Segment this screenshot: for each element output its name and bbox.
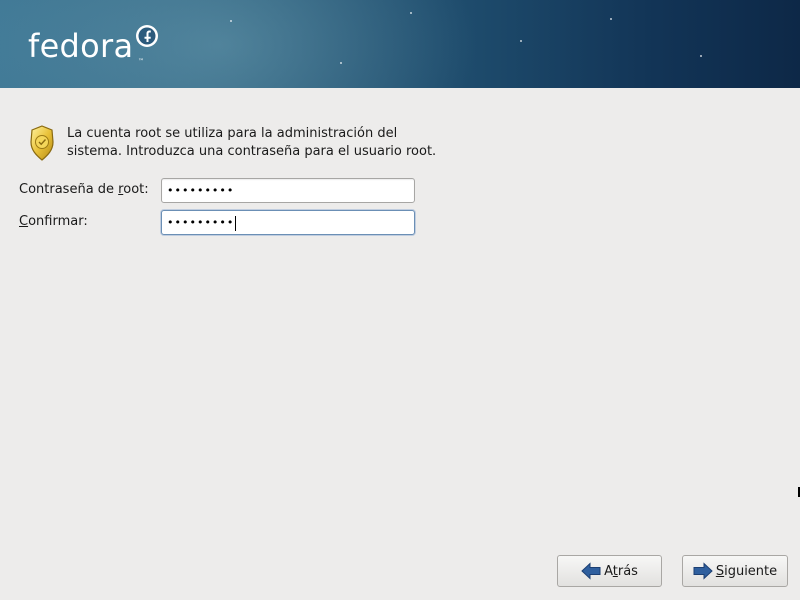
banner-star xyxy=(410,12,412,14)
root-password-input[interactable]: ••••••••• xyxy=(161,178,415,203)
label-mnemonic: S xyxy=(715,563,725,579)
next-button-label: Siguiente xyxy=(716,564,777,579)
label-text: A xyxy=(604,563,613,579)
intro-line-1: La cuenta root se utiliza para la admini… xyxy=(67,126,398,141)
logo-trademark: ™ xyxy=(138,58,144,65)
back-button[interactable]: Atrás xyxy=(557,555,662,587)
label-text: Contraseña de xyxy=(19,182,119,197)
password-mask-wrap: ••••••••• xyxy=(167,214,237,231)
header-banner: fedora ™ xyxy=(0,0,800,88)
label-text: rás xyxy=(617,563,638,579)
intro-section: La cuenta root se utiliza para la admini… xyxy=(26,124,526,166)
root-password-label: Contraseña de root: xyxy=(19,182,149,197)
label-text: onfirmar: xyxy=(28,214,88,229)
banner-star xyxy=(340,62,342,64)
text-caret xyxy=(235,215,237,231)
confirm-password-input[interactable]: ••••••••• xyxy=(161,210,415,235)
password-mask: ••••••••• xyxy=(167,216,235,229)
banner-star xyxy=(700,55,702,57)
banner-star xyxy=(230,20,232,22)
banner-star xyxy=(520,40,522,42)
intro-description: La cuenta root se utiliza para la admini… xyxy=(67,125,487,161)
arrow-left-icon xyxy=(581,562,601,580)
label-mnemonic: C xyxy=(19,214,29,229)
intro-line-2: sistema. Introduzca una contraseña para … xyxy=(67,144,437,159)
logo-text: fedora xyxy=(28,27,134,65)
back-button-label: Atrás xyxy=(604,564,638,579)
next-button[interactable]: Siguiente xyxy=(682,555,788,587)
arrow-right-icon xyxy=(693,562,713,580)
fedora-infinity-f-icon xyxy=(136,25,158,47)
confirm-password-label: Confirmar: xyxy=(19,214,88,229)
label-text: oot: xyxy=(123,182,149,197)
banner-star xyxy=(610,18,612,20)
security-shield-icon xyxy=(30,125,54,161)
label-text: iguiente xyxy=(724,563,778,579)
password-mask: ••••••••• xyxy=(167,184,235,197)
